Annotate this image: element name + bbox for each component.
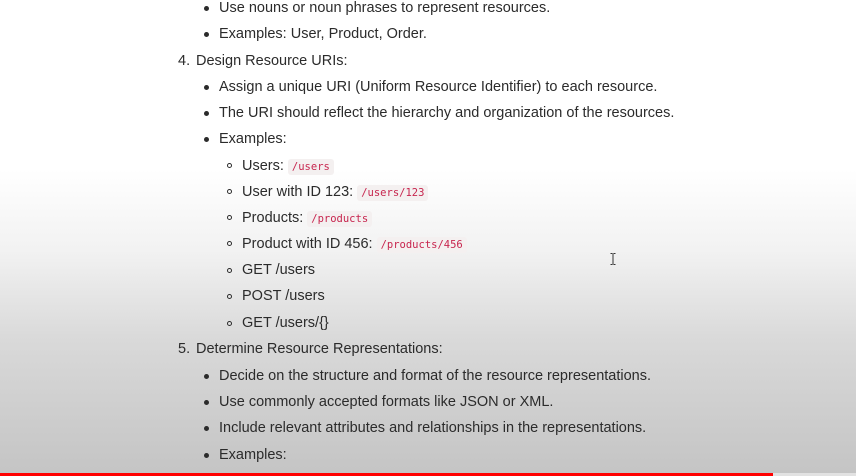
bullet-icon: [204, 111, 209, 116]
bullet-icon: [204, 137, 209, 142]
circle-bullet-icon: [227, 215, 232, 220]
circle-bullet-icon: [227, 241, 232, 246]
list-item: Examples: User, Product, Order.: [219, 26, 427, 42]
list-item: POST /users: [242, 288, 325, 304]
text-cursor-icon: [610, 253, 616, 265]
section-heading: Determine Resource Representations:: [196, 341, 443, 357]
bullet-icon: [204, 453, 209, 458]
inline-code: /products: [307, 211, 373, 227]
bullet-icon: [204, 426, 209, 431]
circle-bullet-icon: [227, 294, 232, 299]
example-label: User with ID 123:: [242, 184, 354, 200]
inline-code: /users/123: [357, 185, 429, 201]
bullet-icon: [204, 374, 209, 379]
example-label: Products:: [242, 210, 304, 226]
list-item: Use commonly accepted formats like JSON …: [219, 394, 554, 410]
list-item: User with ID 123:/users/123: [242, 183, 429, 202]
bullet-icon: [204, 6, 209, 11]
section-heading: Design Resource URIs:: [196, 53, 348, 69]
list-item: GET /users: [242, 262, 316, 278]
example-label: Users:: [242, 158, 284, 174]
example-label: Product with ID 456:: [242, 236, 373, 252]
list-item: Examples:: [219, 131, 287, 147]
circle-bullet-icon: [227, 321, 232, 326]
list-item: Decide on the structure and format of th…: [219, 368, 652, 384]
list-item: Assign a unique URI (Uniform Resource Id…: [219, 79, 658, 95]
list-item: Use nouns or noun phrases to represent r…: [219, 0, 551, 16]
document-content: Use nouns or noun phrases to represent r…: [0, 0, 856, 476]
list-item: Users:/users: [242, 157, 334, 176]
list-item: Products:/products: [242, 209, 373, 228]
list-item: The URI should reflect the hierarchy and…: [219, 105, 675, 121]
circle-bullet-icon: [227, 189, 232, 194]
list-item: Examples:: [219, 447, 287, 463]
bullet-icon: [204, 85, 209, 90]
bullet-icon: [204, 400, 209, 405]
bullet-icon: [204, 32, 209, 37]
circle-bullet-icon: [227, 163, 232, 168]
list-item: Product with ID 456:/products/456: [242, 235, 467, 254]
list-item: GET /users/{}: [242, 315, 329, 331]
circle-bullet-icon: [227, 268, 232, 273]
section-number: 4.: [178, 53, 191, 69]
inline-code: /products/456: [376, 237, 467, 253]
list-item: Include relevant attributes and relation…: [219, 420, 647, 436]
inline-code: /users: [287, 159, 334, 175]
section-number: 5.: [178, 341, 191, 357]
